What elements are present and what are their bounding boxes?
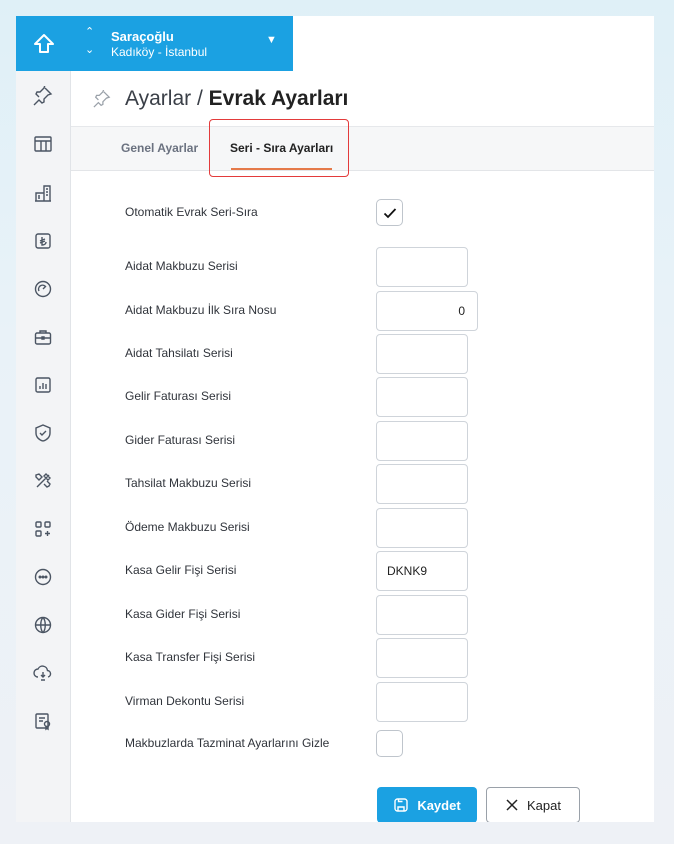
breadcrumb-parent[interactable]: Ayarlar [125,87,191,110]
kasa-transfer-fisi-serisi-input[interactable] [376,638,468,678]
home-icon [33,33,54,53]
field-label: Ödeme Makbuzu Serisi [125,520,250,534]
form-row-kasa-gider-fisi-serisi: Kasa Gider Fişi Serisi [71,595,654,635]
form-row-aidat-makbuzu-ilk-sira: Aidat Makbuzu İlk Sıra Nosu [71,291,654,331]
chat-dots-icon[interactable] [30,564,56,590]
breadcrumb-separator: / [196,87,203,110]
auto-serial-checkbox[interactable] [376,199,403,226]
save-icon [394,798,409,812]
page-header: Ayarlar / Evrak Ayarları [71,71,654,127]
virman-dekontu-serisi-input[interactable] [376,682,468,722]
gelir-faturasi-serisi-input[interactable] [376,377,468,417]
form-row-virman-dekontu-serisi: Virman Dekontu Serisi [71,682,654,722]
gider-faturasi-serisi-input[interactable] [376,421,468,461]
caret-down-icon[interactable]: ▼ [266,34,277,46]
close-label: Kapat [527,797,561,813]
odeme-makbuzu-serisi-input[interactable] [376,508,468,548]
save-label: Kaydet [417,797,461,813]
aidat-makbuzu-serisi-input[interactable] [376,247,468,287]
close-icon [506,799,518,811]
field-label: Makbuzlarda Tazminat Ayarlarını Gizle [125,736,330,750]
field-label: Aidat Tahsilatı Serisi [125,346,233,360]
checkmark-icon [383,207,396,218]
aidat-makbuzu-ilk-sira-input[interactable] [376,291,478,331]
save-button[interactable]: Kaydet [377,787,477,822]
sidebar [16,16,71,822]
form-row-gelir-faturasi-serisi: Gelir Faturası Serisi [71,377,654,417]
page-title: Evrak Ayarları [208,87,349,110]
company-location: Kadıköy - İstanbul [111,45,208,59]
aidat-tahsilati-serisi-input[interactable] [376,334,468,374]
gauge-icon[interactable] [30,276,56,302]
form-row-kasa-transfer-fisi-serisi: Kasa Transfer Fişi Serisi [71,638,654,678]
form-row-tahsilat-makbuzu-serisi: Tahsilat Makbuzu Serisi [71,464,654,504]
home-button[interactable] [16,16,71,71]
field-label: Aidat Makbuzu İlk Sıra Nosu [125,303,277,317]
settings-form: Otomatik Evrak Seri-Sıra Aidat Makbuzu S… [71,171,654,822]
globe-icon[interactable] [30,612,56,638]
chevron-up-icon[interactable]: ⌃ [85,25,94,38]
field-label: Kasa Gelir Fişi Serisi [125,563,237,577]
form-row-kasa-gelir-fisi-serisi: Kasa Gelir Fişi Serisi [71,551,654,591]
tools-icon[interactable] [30,468,56,494]
close-button[interactable]: Kapat [486,787,580,822]
chevron-down-icon[interactable]: ⌄ [85,43,94,56]
form-row-aidat-makbuzu-serisi: Aidat Makbuzu Serisi [71,247,654,287]
form-row-auto-serial: Otomatik Evrak Seri-Sıra [71,199,654,239]
tab-seri-sira-ayarlari[interactable]: Seri - Sıra Ayarları [230,141,333,155]
lira-icon[interactable] [30,228,56,254]
certificate-icon[interactable] [30,708,56,734]
field-label: Virman Dekontu Serisi [125,694,245,708]
form-row-hide-compensation: Makbuzlarda Tazminat Ayarlarını Gizle [71,730,654,770]
pin-icon[interactable] [93,90,111,108]
apps-add-icon[interactable] [30,516,56,542]
company-selector[interactable]: ⌃ ⌄ Saraçoğlu Kadıköy - İstanbul ▼ [71,16,293,71]
form-row-aidat-tahsilati-serisi: Aidat Tahsilatı Serisi [71,334,654,374]
kasa-gider-fisi-serisi-input[interactable] [376,595,468,635]
active-tab-underline [231,168,332,170]
field-label: Otomatik Evrak Seri-Sıra [125,205,258,219]
app-window: ⌃ ⌄ Saraçoğlu Kadıköy - İstanbul ▼ Ayarl… [16,16,654,822]
field-label: Kasa Transfer Fişi Serisi [125,650,256,664]
company-name: Saraçoğlu [111,29,174,44]
tab-genel-ayarlar[interactable]: Genel Ayarlar [121,141,198,155]
field-label: Aidat Makbuzu Serisi [125,259,238,273]
form-row-gider-faturasi-serisi: Gider Faturası Serisi [71,421,654,461]
kasa-gelir-fisi-serisi-input[interactable] [376,551,468,591]
field-label: Gider Faturası Serisi [125,433,236,447]
cloud-sync-icon[interactable] [30,660,56,686]
field-label: Gelir Faturası Serisi [125,389,232,403]
shield-check-icon[interactable] [30,420,56,446]
layout-table-icon[interactable] [30,131,56,157]
tahsilat-makbuzu-serisi-input[interactable] [376,464,468,504]
topbar: ⌃ ⌄ Saraçoğlu Kadıköy - İstanbul ▼ [71,16,654,71]
hide-compensation-checkbox[interactable] [376,730,403,757]
form-row-odeme-makbuzu-serisi: Ödeme Makbuzu Serisi [71,508,654,548]
chart-icon[interactable] [30,372,56,398]
field-label: Kasa Gider Fişi Serisi [125,607,241,621]
pin-icon[interactable] [30,83,56,109]
field-label: Tahsilat Makbuzu Serisi [125,476,252,490]
briefcase-icon[interactable] [30,324,56,350]
tab-bar: Genel Ayarlar Seri - Sıra Ayarları [71,119,654,177]
breadcrumb: Ayarlar / Evrak Ayarları [125,87,348,111]
buildings-icon[interactable] [30,180,56,206]
